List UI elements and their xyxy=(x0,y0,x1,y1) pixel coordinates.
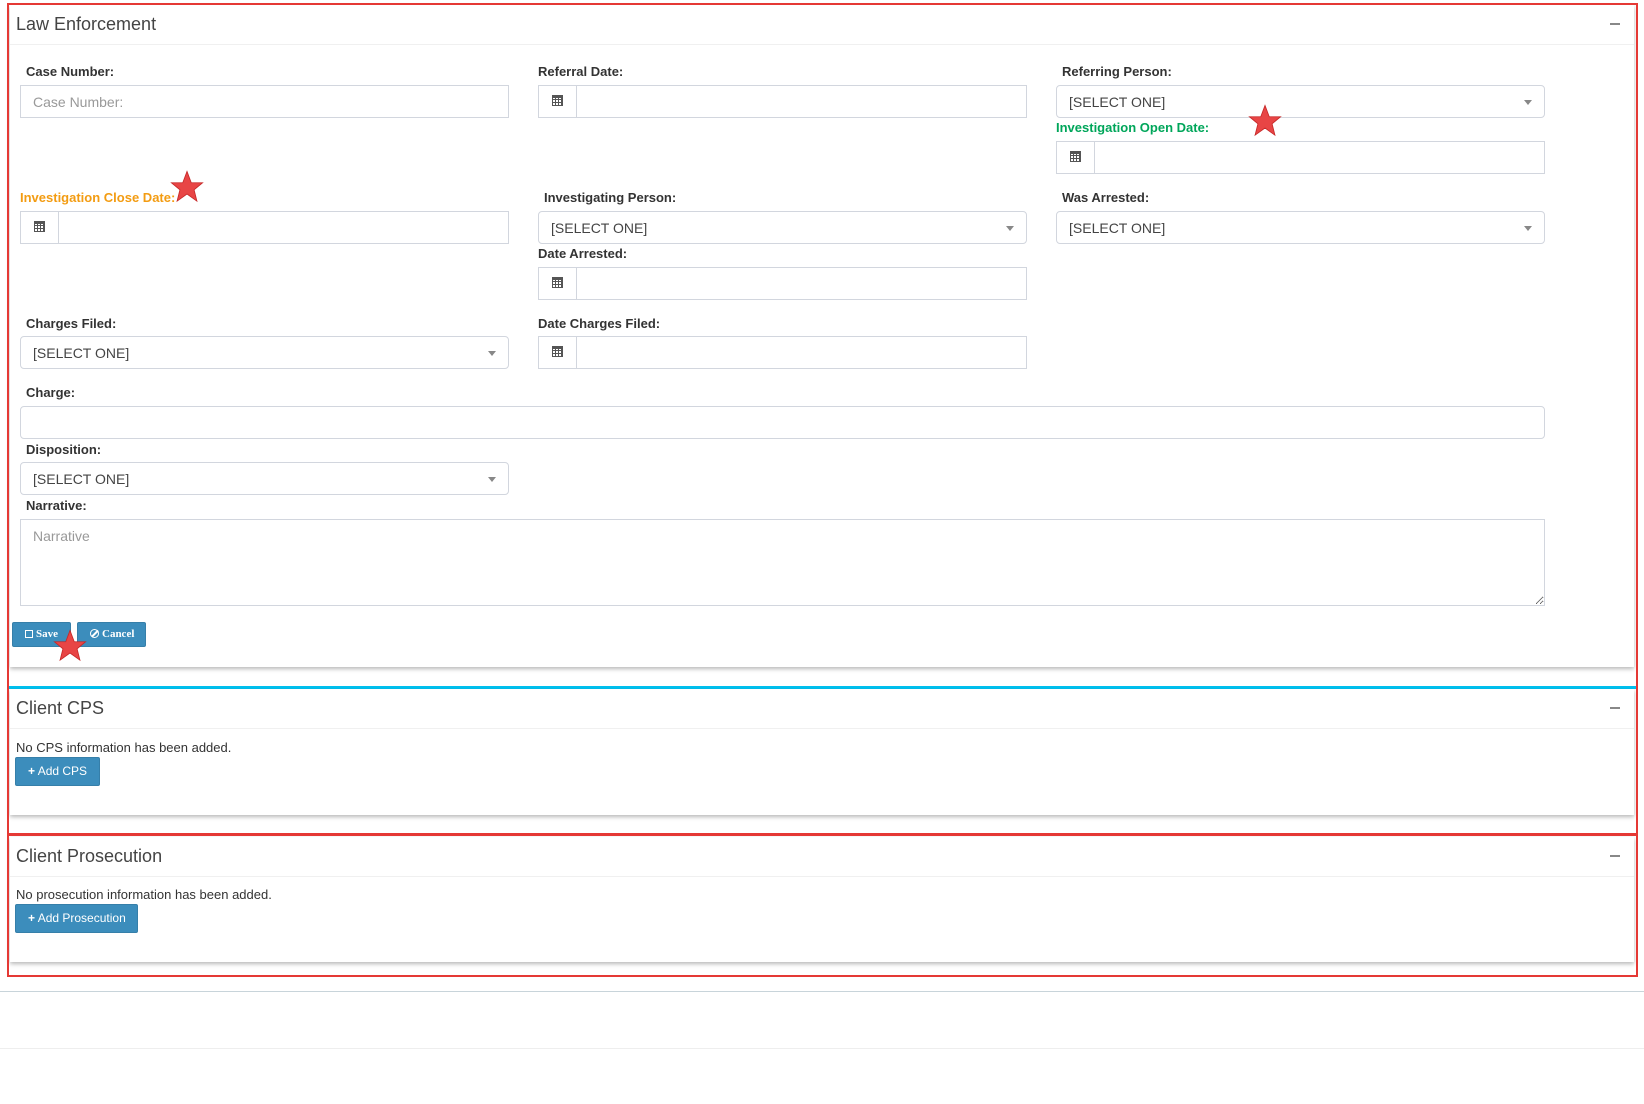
page-divider xyxy=(0,991,1644,992)
footer-divider xyxy=(0,1048,1644,1049)
annotation-box-lower xyxy=(7,834,1638,977)
star-marker xyxy=(170,170,204,203)
star-marker xyxy=(1248,104,1282,137)
star-marker xyxy=(53,629,87,662)
annotation-box-upper xyxy=(7,3,1638,835)
